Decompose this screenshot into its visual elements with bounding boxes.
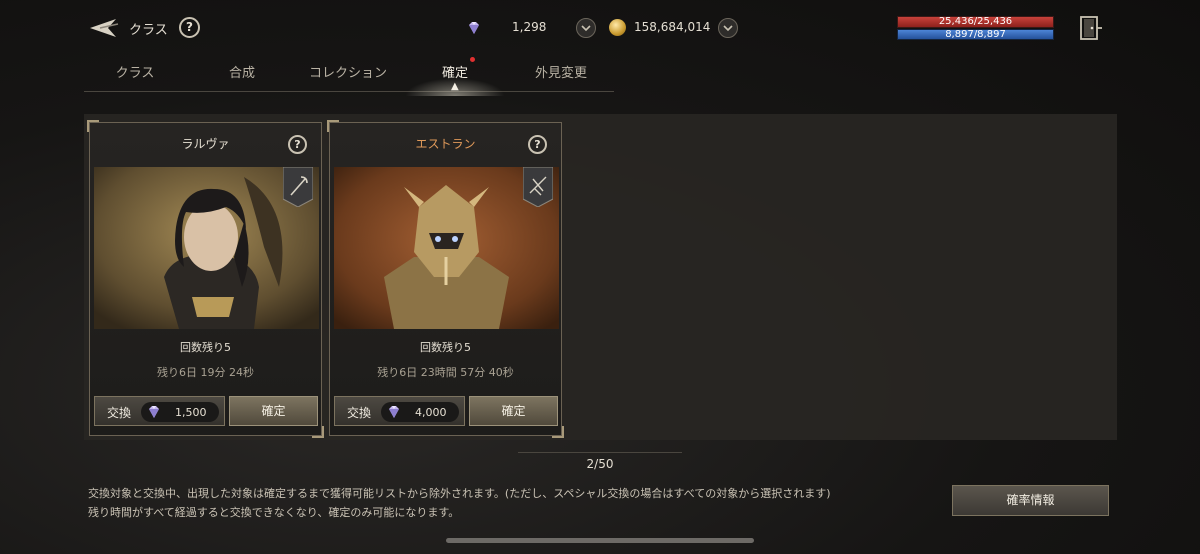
class-name: ラルヴァ	[181, 137, 230, 151]
class-name: エストラン	[415, 137, 476, 151]
price-pill: 1,500	[141, 402, 219, 422]
tab-collection[interactable]: コレクション	[309, 62, 387, 81]
help-icon[interactable]: ?	[179, 17, 200, 38]
help-icon[interactable]: ?	[528, 135, 547, 154]
exchange-price: 1,500	[175, 406, 207, 419]
chevron-down-icon	[581, 25, 591, 32]
tab-bar: クラス 合成 コレクション 確定 外見変更	[84, 54, 614, 92]
exchange-label: 交換	[347, 406, 372, 420]
class-portrait	[334, 167, 559, 329]
notice-text: 交換対象と交換中、出現した対象は確定するまで獲得可能リストから除外されます。(た…	[88, 487, 831, 500]
exchange-button[interactable]: 交換 1,500	[94, 396, 225, 426]
pagination-divider	[518, 452, 682, 453]
gold-shop-button[interactable]	[718, 18, 738, 38]
pagination: 2/50	[586, 457, 614, 471]
help-icon[interactable]: ?	[288, 135, 307, 154]
confirm-button[interactable]: 確定	[469, 396, 558, 426]
tab-class[interactable]: クラス	[116, 62, 155, 81]
diamond-icon	[389, 406, 399, 418]
remaining-count: 回数残り5	[420, 341, 471, 354]
chevron-down-icon	[723, 25, 733, 32]
diamond-balance: 1,298	[512, 20, 547, 34]
exchange-button[interactable]: 交換 4,000	[334, 396, 465, 426]
tab-synthesis[interactable]: 合成	[229, 62, 255, 81]
class-type-badge-icon	[523, 167, 553, 207]
exit-button[interactable]	[1077, 14, 1103, 42]
diamond-icon	[469, 22, 479, 34]
notice-text: 残り時間がすべて経過すると交換できなくなり、確定のみ可能になります。	[88, 506, 460, 519]
confirm-button[interactable]: 確定	[229, 396, 318, 426]
remaining-count: 回数残り5	[180, 341, 231, 354]
probability-info-button[interactable]: 確率情報	[952, 485, 1109, 516]
class-type-badge-icon	[283, 167, 313, 207]
active-tab-indicator-icon: ▲	[451, 81, 459, 92]
class-card: エストラン ? 回数残り5 残り6日 23時間 57分 40秒 交換 4,000…	[327, 120, 564, 438]
back-arrow-icon	[90, 19, 119, 37]
notification-dot	[470, 57, 475, 62]
remaining-time: 残り6日 19分 24秒	[157, 366, 254, 379]
back-button[interactable]	[88, 14, 124, 42]
diamond-shop-button[interactable]	[576, 18, 596, 38]
door-exit-icon	[1080, 16, 1102, 40]
home-indicator[interactable]	[446, 538, 754, 543]
price-pill: 4,000	[381, 402, 459, 422]
class-portrait	[94, 167, 319, 329]
diamond-icon	[149, 406, 159, 418]
page-title: クラス	[129, 23, 168, 38]
gold-balance: 158,684,014	[634, 20, 711, 34]
exchange-label: 交換	[107, 406, 132, 420]
hp-bar: 25,436/25,436	[897, 16, 1054, 28]
tab-appearance[interactable]: 外見変更	[535, 62, 587, 81]
exchange-price: 4,000	[415, 406, 447, 419]
gold-coin-icon	[609, 19, 626, 36]
class-card: ラルヴァ ? 回数残り5 残り6日 19分 24秒 交換 1,500 確定	[87, 120, 324, 438]
mp-bar: 8,897/8,897	[897, 29, 1054, 40]
remaining-time: 残り6日 23時間 57分 40秒	[377, 366, 514, 379]
